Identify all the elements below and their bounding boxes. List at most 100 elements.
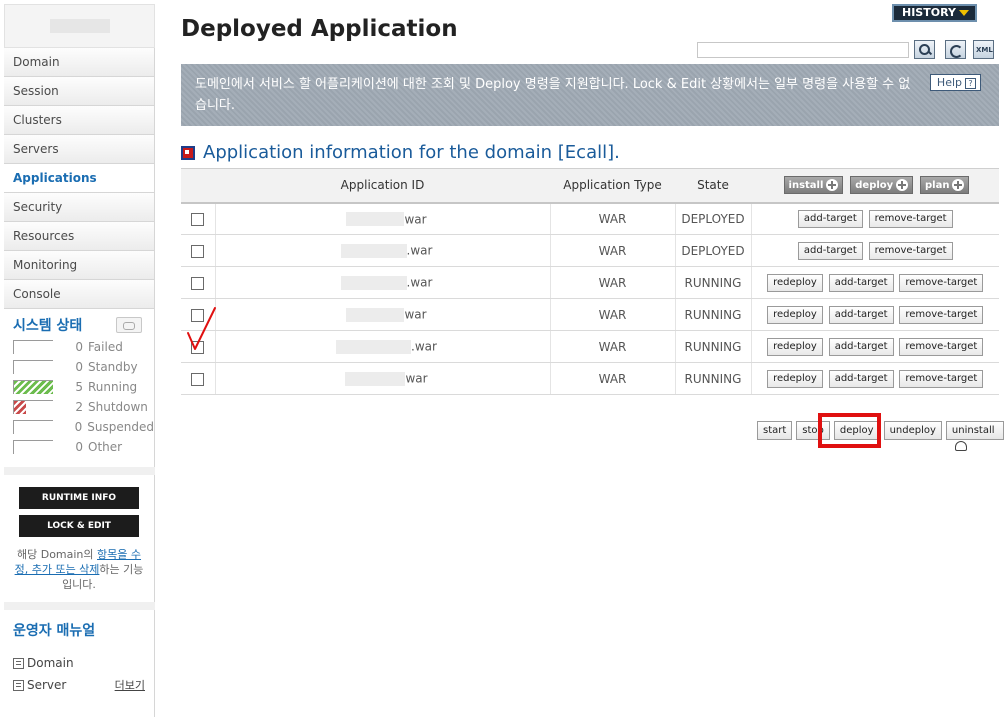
table-header-row: Application ID Application Type State in… bbox=[181, 168, 999, 204]
status-fill bbox=[14, 381, 53, 394]
question-icon: ? bbox=[965, 78, 976, 89]
remove-target-button[interactable]: remove-target bbox=[868, 241, 953, 260]
application-id-cell: war bbox=[215, 362, 551, 395]
status-bar bbox=[13, 440, 53, 454]
start-button[interactable]: start bbox=[757, 421, 793, 440]
manual-item-server[interactable]: Server 더보기 bbox=[13, 674, 145, 696]
redacted-id bbox=[345, 371, 406, 386]
add-target-button[interactable]: add-target bbox=[828, 337, 894, 356]
stop-button[interactable]: stop bbox=[796, 421, 830, 440]
status-label: Standby bbox=[88, 360, 138, 374]
remove-target-button[interactable]: remove-target bbox=[899, 369, 984, 388]
document-icon bbox=[13, 657, 24, 669]
lock-edit-button[interactable]: LOCK & EDIT bbox=[19, 515, 139, 537]
row-actions-cell: add-target remove-target bbox=[751, 234, 999, 267]
nav-item-clusters[interactable]: Clusters bbox=[4, 106, 155, 135]
add-target-button[interactable]: add-target bbox=[828, 273, 894, 292]
section-title: Application information for the domain [… bbox=[203, 142, 620, 163]
xml-icon[interactable]: XML bbox=[973, 40, 994, 59]
row-checkbox-cell bbox=[181, 362, 216, 395]
application-id-suffix: war bbox=[404, 307, 427, 322]
refresh-icon[interactable] bbox=[945, 40, 966, 59]
plus-icon bbox=[896, 179, 909, 192]
red-check-mark bbox=[187, 307, 216, 350]
logo bbox=[4, 4, 155, 48]
application-id-cell: .war bbox=[215, 266, 551, 299]
nav-item-session[interactable]: Session bbox=[4, 77, 155, 106]
add-target-button[interactable]: add-target bbox=[828, 369, 894, 388]
table-row: war WAR RUNNING redeploy add-target remo… bbox=[181, 298, 999, 331]
row-checkbox[interactable] bbox=[191, 212, 205, 226]
status-count: 0 bbox=[75, 340, 83, 354]
row-actions-cell: add-target remove-target bbox=[751, 202, 999, 235]
redeploy-button[interactable]: redeploy bbox=[767, 305, 823, 324]
add-target-button[interactable]: add-target bbox=[797, 209, 863, 228]
runtime-info-button[interactable]: RUNTIME INFO bbox=[19, 487, 139, 509]
description-banner: 도메인에서 서비스 할 어플리케이션에 대한 조회 및 Deploy 명령을 지… bbox=[181, 64, 999, 126]
row-actions-cell: redeploy add-target remove-target bbox=[751, 362, 999, 395]
nav-item-monitoring[interactable]: Monitoring bbox=[4, 251, 155, 280]
application-type-cell: WAR bbox=[550, 202, 676, 235]
plan-button[interactable]: plan bbox=[920, 176, 970, 195]
remove-target-button[interactable]: remove-target bbox=[899, 337, 984, 356]
deploy-label: deploy bbox=[855, 179, 894, 191]
logo-mask bbox=[49, 19, 110, 33]
uninstall-icon bbox=[954, 441, 967, 451]
application-id-suffix: .war bbox=[411, 339, 437, 354]
history-button[interactable]: HISTORY bbox=[892, 4, 977, 22]
section-header: Application information for the domain [… bbox=[181, 142, 620, 163]
status-label: Shutdown bbox=[88, 400, 148, 414]
table-row: war WAR DEPLOYED add-target remove-targe… bbox=[181, 202, 999, 235]
row-checkbox[interactable] bbox=[191, 372, 205, 386]
undeploy-button[interactable]: undeploy bbox=[883, 421, 942, 440]
state-cell: DEPLOYED bbox=[675, 202, 752, 235]
install-button[interactable]: install bbox=[783, 176, 844, 195]
search-input[interactable] bbox=[697, 42, 909, 58]
bottom-action-bar: start stop deploy undeploy uninstall bbox=[757, 421, 1008, 451]
help-button[interactable]: Help? bbox=[929, 74, 981, 91]
deploy-header-button[interactable]: deploy bbox=[850, 176, 914, 195]
nav-item-servers[interactable]: Servers bbox=[4, 135, 155, 164]
application-type-cell: WAR bbox=[550, 330, 676, 363]
manual-item-domain[interactable]: Domain bbox=[13, 652, 145, 674]
history-label: HISTORY bbox=[902, 6, 956, 19]
nav-item-security[interactable]: Security bbox=[4, 193, 155, 222]
add-target-button[interactable]: add-target bbox=[797, 241, 863, 260]
state-cell: RUNNING bbox=[675, 330, 752, 363]
row-actions-cell: redeploy add-target remove-target bbox=[751, 266, 999, 299]
toggle-icon[interactable] bbox=[116, 317, 142, 333]
search-icon[interactable] bbox=[914, 40, 935, 59]
add-target-button[interactable]: add-target bbox=[828, 305, 894, 324]
page-title: Deployed Application bbox=[181, 16, 458, 42]
xml-icon-label: XML bbox=[976, 46, 993, 54]
more-link[interactable]: 더보기 bbox=[115, 677, 145, 693]
row-checkbox[interactable] bbox=[191, 276, 205, 290]
application-id-suffix: .war bbox=[406, 243, 433, 258]
redeploy-button[interactable]: redeploy bbox=[767, 273, 823, 292]
header-actions: install deploy plan bbox=[751, 168, 999, 204]
row-checkbox[interactable] bbox=[191, 244, 205, 258]
redacted-id bbox=[340, 275, 407, 290]
redeploy-button[interactable]: redeploy bbox=[767, 337, 823, 356]
remove-target-button[interactable]: remove-target bbox=[868, 209, 953, 228]
application-type-cell: WAR bbox=[550, 266, 676, 299]
redeploy-button[interactable]: redeploy bbox=[767, 369, 823, 388]
application-type-cell: WAR bbox=[550, 362, 676, 395]
status-count: 0 bbox=[75, 440, 83, 454]
nav-item-resources[interactable]: Resources bbox=[4, 222, 155, 251]
table-row: .war WAR RUNNING redeploy add-target rem… bbox=[181, 266, 999, 299]
nav-item-console[interactable]: Console bbox=[4, 280, 155, 309]
redacted-id bbox=[346, 212, 405, 226]
deploy-button[interactable]: deploy bbox=[833, 421, 880, 440]
nav-item-domain[interactable]: Domain bbox=[4, 48, 155, 77]
nav-item-applications[interactable]: Applications bbox=[4, 164, 155, 193]
document-icon bbox=[13, 679, 24, 691]
state-cell: DEPLOYED bbox=[675, 234, 752, 267]
header-checkbox-col bbox=[181, 168, 215, 204]
state-cell: RUNNING bbox=[675, 298, 752, 331]
uninstall-button[interactable]: uninstall bbox=[945, 421, 1004, 451]
application-id-suffix: war bbox=[404, 212, 427, 226]
redacted-id bbox=[346, 307, 405, 322]
remove-target-button[interactable]: remove-target bbox=[899, 305, 984, 324]
remove-target-button[interactable]: remove-target bbox=[899, 273, 984, 292]
